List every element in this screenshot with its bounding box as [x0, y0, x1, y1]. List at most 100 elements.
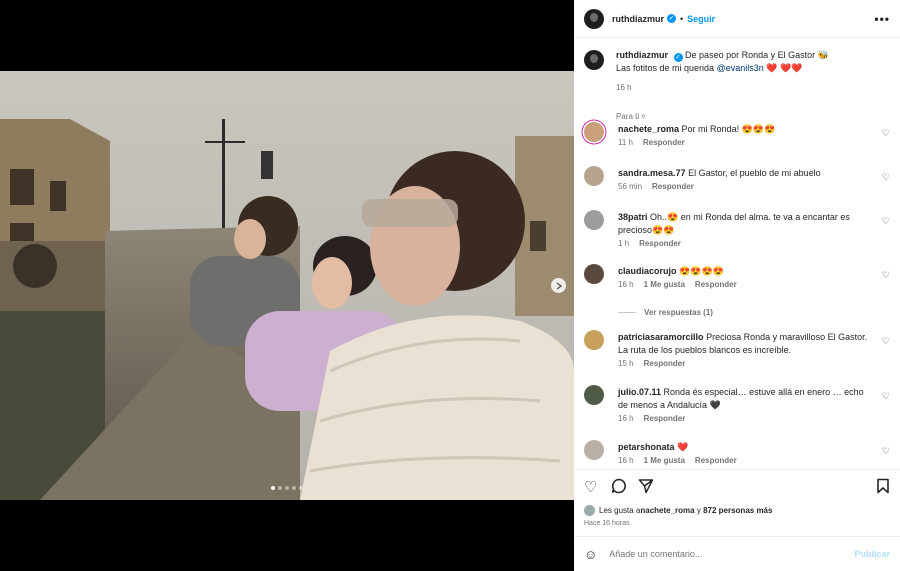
comment-likes[interactable]: 1 Me gusta	[644, 280, 685, 289]
reply-button[interactable]: Responder	[643, 138, 685, 147]
reply-button[interactable]: Responder	[652, 182, 694, 191]
comment-time: 56 min	[618, 182, 643, 191]
comment-bubble-icon[interactable]	[611, 478, 627, 498]
comment-text: julio.07.11 Ronda és especial… estuve al…	[618, 386, 876, 412]
commenter-username[interactable]: patriciasaramorcillo	[618, 332, 704, 342]
commenter-username[interactable]: claudiacorujo	[618, 266, 677, 276]
reply-button[interactable]: Responder	[695, 280, 737, 289]
comment-input[interactable]	[609, 549, 855, 559]
author-avatar[interactable]	[584, 8, 604, 29]
comment-time: 1 h	[618, 239, 630, 248]
comment-meta: 11 h Responder	[618, 138, 695, 147]
carousel-dot	[285, 486, 289, 490]
comment-body: ❤️	[677, 442, 689, 452]
carousel-next-button[interactable]	[551, 278, 566, 293]
likes-user-link[interactable]: nachete_roma	[640, 506, 694, 515]
caption-body: ruthdiazmur ✓ De paseo por Ronda y El Ga…	[616, 49, 829, 94]
verified-badge-icon: ✓	[667, 14, 677, 23]
carousel-dot	[292, 486, 296, 490]
more-options-icon[interactable]: •••	[874, 12, 890, 26]
separator-dot: •	[680, 13, 684, 24]
post-time-ago: Hace 16 horas	[584, 520, 630, 527]
commenter-username[interactable]: sandra.mesa.77	[618, 168, 686, 178]
comment-meta: 16 h Responder	[618, 414, 695, 423]
commenter-avatar[interactable]	[584, 166, 604, 186]
comment-time: 16 h	[618, 456, 634, 465]
caption-time: 16 h	[616, 83, 632, 92]
commenter-username[interactable]: petarshonata	[618, 442, 675, 452]
commenter-username[interactable]: nachete_roma	[618, 124, 679, 134]
commenter-username[interactable]: 38patri	[618, 212, 648, 222]
commenter-avatar[interactable]	[584, 264, 604, 284]
comment-meta: 16 h 1 Me gusta Responder	[618, 456, 747, 465]
post-media	[0, 0, 574, 571]
caption-line2: Las fotitos de mi querida	[616, 63, 717, 73]
comment-meta: 1 h Responder	[618, 239, 691, 248]
comment-text: sandra.mesa.77 El Gastor, el pueblo de m…	[618, 167, 876, 180]
post-header: ruthdiazmur ✓ • Seguir •••	[574, 0, 900, 38]
comment-time: 11 h	[618, 138, 633, 147]
reply-button[interactable]: Responder	[644, 414, 686, 423]
emoji-icon[interactable]: ☺	[584, 547, 597, 562]
caption: ruthdiazmur ✓ De paseo por Ronda y El Ga…	[574, 39, 900, 94]
comment-text: petarshonata ❤️	[618, 441, 876, 454]
comment-body: Oh..😍 en mi Ronda del alma. te va a enca…	[618, 212, 850, 235]
heart-outline-icon[interactable]: ♡	[882, 128, 890, 139]
likes-summary: Les gusta a nachete_roma y 872 personas …	[584, 505, 772, 516]
comment-time: 16 h	[618, 414, 634, 423]
comments-scroll-area[interactable]: ruthdiazmur ✓ De paseo por Ronda y El Ga…	[574, 39, 900, 468]
comment-time: 15 h	[618, 359, 634, 368]
comment-body: El Gastor, el pueblo de mi abuelo	[688, 168, 821, 178]
heart-outline-icon[interactable]: ♡	[882, 172, 890, 183]
commenter-avatar[interactable]	[584, 385, 604, 405]
caption-avatar[interactable]	[584, 50, 604, 70]
post-photo	[0, 71, 574, 500]
carousel-dot	[271, 486, 275, 490]
comment-likes[interactable]: 1 Me gusta	[644, 456, 685, 465]
verified-badge-icon: ✓	[673, 53, 683, 62]
heart-outline-icon[interactable]: ♡	[882, 216, 890, 227]
post-modal: ruthdiazmur ✓ • Seguir ••• ruthdiazmur ✓…	[0, 0, 900, 571]
commenter-avatar[interactable]	[584, 440, 604, 460]
bookmark-icon[interactable]	[876, 478, 890, 498]
commenter-avatar[interactable]	[584, 122, 604, 142]
follow-button[interactable]: Seguir	[687, 14, 715, 24]
carousel-dot	[278, 486, 282, 490]
reply-button[interactable]: Responder	[695, 456, 737, 465]
commenter-avatar[interactable]	[584, 210, 604, 230]
publish-button[interactable]: Publicar	[854, 549, 890, 559]
likes-count-link[interactable]: 872 personas más	[703, 506, 772, 515]
likes-prefix: Les gusta a	[599, 506, 641, 515]
caption-username[interactable]: ruthdiazmur	[616, 50, 668, 60]
heart-outline-icon[interactable]: ♡	[882, 270, 890, 281]
commenter-username[interactable]: julio.07.11	[618, 387, 661, 397]
chevron-right-icon	[556, 281, 562, 290]
comment-text: nachete_roma Por mi Ronda! 😍😍😍	[618, 123, 876, 136]
author-username[interactable]: ruthdiazmur	[612, 14, 664, 24]
paper-plane-icon[interactable]	[638, 478, 654, 498]
reply-button[interactable]: Responder	[644, 359, 686, 368]
likes-mid: y	[694, 506, 704, 515]
for-you-toggle[interactable]: Para ti ▿	[616, 112, 900, 121]
post-side-panel: ruthdiazmur ✓ • Seguir ••• ruthdiazmur ✓…	[574, 0, 900, 571]
carousel-dots	[0, 486, 574, 490]
heart-outline-icon[interactable]: ♡	[882, 391, 890, 402]
comment-meta: 16 h 1 Me gusta Responder	[618, 280, 747, 289]
heart-outline-icon[interactable]: ♡	[584, 478, 597, 496]
comment-text: patriciasaramorcillo Preciosa Ronda y ma…	[618, 331, 876, 357]
heart-outline-icon[interactable]: ♡	[882, 336, 890, 347]
commenter-avatar[interactable]	[584, 330, 604, 350]
comment-time: 16 h	[618, 280, 634, 289]
caption-hearts: ❤️ ❤️❤️	[766, 63, 803, 73]
caption-mention-link[interactable]: @evanils3n	[717, 63, 764, 73]
reply-button[interactable]: Responder	[639, 239, 681, 248]
comment-meta: 15 h Responder	[618, 359, 695, 368]
comment-text: claudiacorujo 😍😍😍😍	[618, 265, 876, 278]
comment-body: Por mi Ronda! 😍😍😍	[681, 124, 776, 134]
comment-body: 😍😍😍😍	[679, 266, 724, 276]
caption-line1: De paseo por Ronda y El Gastor 🐝	[685, 50, 829, 60]
view-replies-link[interactable]: Ver respuestas (1)	[618, 308, 713, 317]
comment-text: 38patri Oh..😍 en mi Ronda del alma. te v…	[618, 211, 876, 237]
carousel-dot	[299, 486, 303, 490]
heart-outline-icon[interactable]: ♡	[882, 446, 890, 457]
